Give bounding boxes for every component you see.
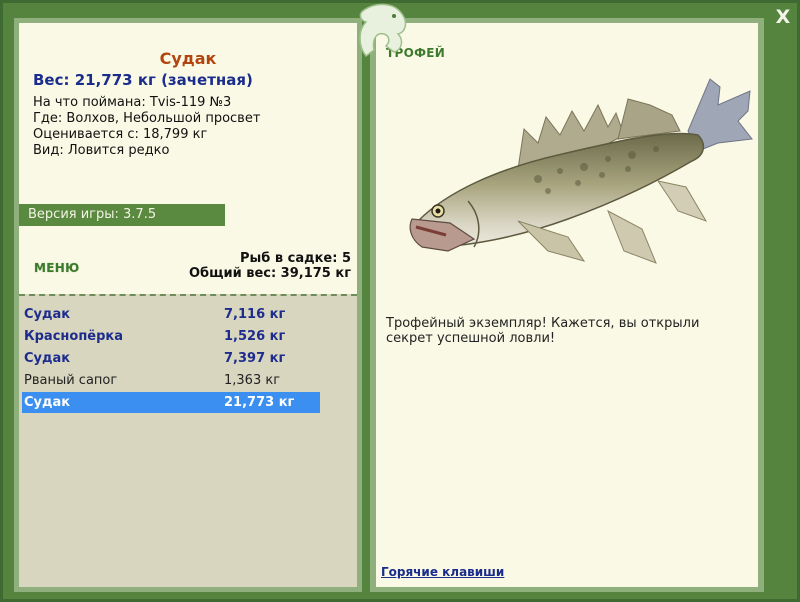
list-item-weight: 1,526 кг <box>224 329 286 344</box>
dragon-emblem-icon <box>359 3 407 58</box>
list-item[interactable]: Судак 7,116 кг <box>22 304 320 325</box>
list-item-name: Судак <box>24 307 71 322</box>
list-item-weight: 21,773 кг <box>224 395 295 410</box>
location-label: Где: Волхов, Небольшой просвет <box>33 111 261 126</box>
list-item[interactable]: Краснопёрка 1,526 кг <box>22 326 320 347</box>
list-item[interactable]: Рваный сапог 1,363 кг <box>22 370 320 391</box>
list-item-weight: 1,363 кг <box>224 373 281 388</box>
list-item-weight: 7,397 кг <box>224 351 286 366</box>
valued-from-label: Оценивается с: 18,799 кг <box>33 127 208 142</box>
menu-button[interactable]: МЕНЮ <box>34 261 79 275</box>
list-item-selected[interactable]: Судак 21,773 кг <box>22 392 320 413</box>
kind-label: Вид: Ловится редко <box>33 143 170 158</box>
fish-info-panel: Судак Вес: 21,773 кг (зачетная) На что п… <box>19 23 357 587</box>
version-bar: Версия игры: 3.7.5 <box>19 204 225 226</box>
trophy-panel: ТРОФЕЙ Трофейный экземпляр! Кажется, вы … <box>376 23 758 587</box>
list-item-name: Судак <box>24 351 71 366</box>
list-item-name: Краснопёрка <box>24 329 124 344</box>
close-button[interactable]: X <box>771 6 795 28</box>
zander-fish-image <box>409 78 753 264</box>
total-weight: Общий вес: 39,175 кг <box>188 266 351 281</box>
list-item-name: Рваный сапог <box>24 373 118 388</box>
fish-name: Судак <box>159 49 217 68</box>
fish-weight: Вес: 21,773 кг (зачетная) <box>33 71 253 89</box>
list-item-name: Судак <box>24 395 71 410</box>
catch-list: Судак 7,116 кг Краснопёрка 1,526 кг Суда… <box>19 294 357 587</box>
fish-count: Рыб в садке: 5 <box>239 251 351 266</box>
list-item-weight: 7,116 кг <box>224 307 286 322</box>
trophy-description: Трофейный экземпляр! Кажется, вы открыли… <box>386 316 700 346</box>
hotkeys-link[interactable]: Горячие клавиши <box>381 565 504 579</box>
list-item[interactable]: Судак 7,397 кг <box>22 348 320 369</box>
caught-on-label: На что поймана: Tvis-119 №3 <box>33 95 232 110</box>
